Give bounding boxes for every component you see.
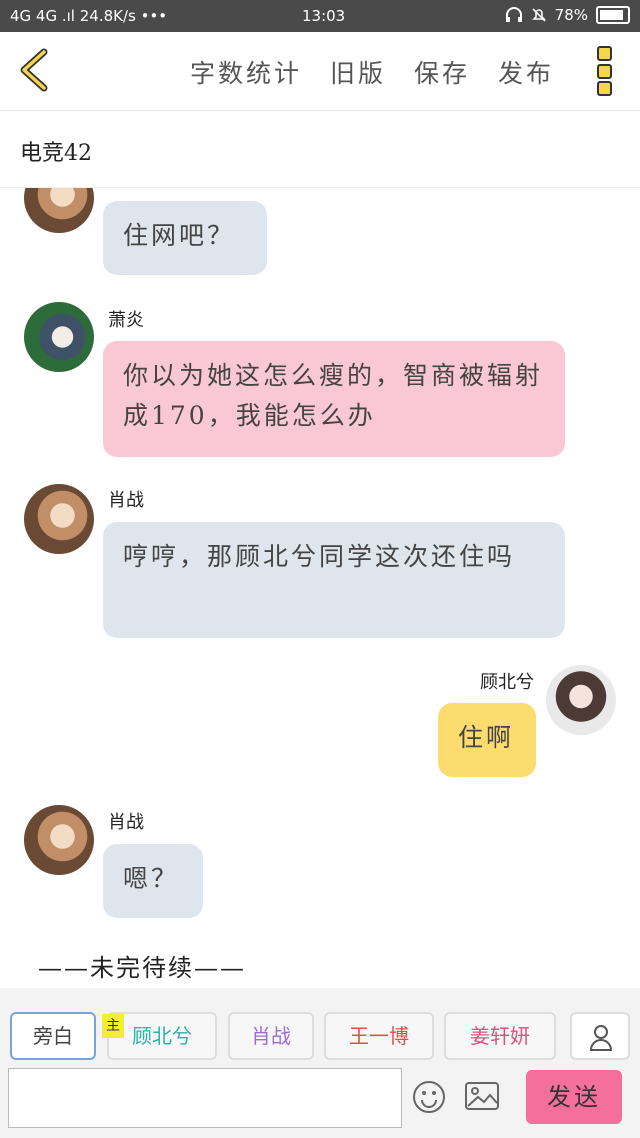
main-character-badge: 主 [102,1014,124,1038]
publish-button[interactable]: 发布 [498,54,554,90]
message-bubble[interactable]: 你以为她这怎么瘦的，智商被辐射成170，我能怎么办 [103,341,565,457]
to-be-continued-text: ——未完待续—— [38,954,246,982]
emoji-button[interactable] [412,1080,446,1118]
speaker-name: 顾北兮 [480,672,534,693]
add-character-button[interactable] [570,1012,630,1060]
battery-percent: 78% [554,6,588,24]
avatar[interactable] [24,805,94,875]
character-chip-wang-yibo[interactable]: 王一博 [324,1012,434,1060]
back-button[interactable] [16,48,56,92]
chat-area[interactable]: 住网吧？ 萧炎 你以为她这怎么瘦的，智商被辐射成170，我能怎么办 肖战 哼哼，… [0,188,640,988]
save-button[interactable]: 保存 [414,54,470,90]
clock: 13:03 [302,7,346,25]
battery-icon [596,6,630,24]
composer-panel: 旁白 顾北兮 主 肖战 王一博 姜轩妍 发送 [0,988,640,1138]
person-icon [589,1025,613,1051]
message-bubble[interactable]: 住啊 [438,703,536,777]
avatar[interactable] [24,302,94,372]
speaker-name: 肖战 [108,490,144,511]
chapter-title[interactable]: 电竞42 [20,135,92,167]
message-bubble[interactable]: 嗯？ [103,844,203,918]
old-version-button[interactable]: 旧版 [330,54,386,90]
image-button[interactable] [464,1080,500,1116]
character-chip-narrator[interactable]: 旁白 [10,1012,96,1060]
avatar[interactable] [24,484,94,554]
message-bubble[interactable]: 哼哼，那顾北兮同学这次还住吗 [103,522,565,638]
word-count-button[interactable]: 字数统计 [190,54,302,90]
smiley-icon [413,1081,445,1113]
network-status: 4G 4G .ıl 24.8K/s ••• [10,7,168,25]
send-button[interactable]: 发送 [526,1070,622,1124]
speaker-name: 肖战 [108,812,144,833]
character-chip-jiang-xuanyan[interactable]: 姜轩妍 [444,1012,556,1060]
avatar[interactable] [546,665,616,735]
character-chip-xiao-zhan[interactable]: 肖战 [228,1012,314,1060]
headphones-icon [505,7,522,22]
speaker-name: 萧炎 [108,310,144,331]
chapter-title-bar: 电竞42 [0,111,640,188]
image-icon [465,1082,499,1110]
status-bar: 4G 4G .ıl 24.8K/s ••• 13:03 78% [0,0,640,32]
menu-dots-icon[interactable] [597,46,613,96]
chevron-left-icon [20,48,48,92]
message-bubble[interactable]: 住网吧？ [103,201,267,275]
message-input[interactable] [8,1068,402,1128]
avatar[interactable] [24,188,94,233]
mute-bell-icon [531,8,546,22]
editor-toolbar: 字数统计 旧版 保存 发布 [0,32,640,111]
